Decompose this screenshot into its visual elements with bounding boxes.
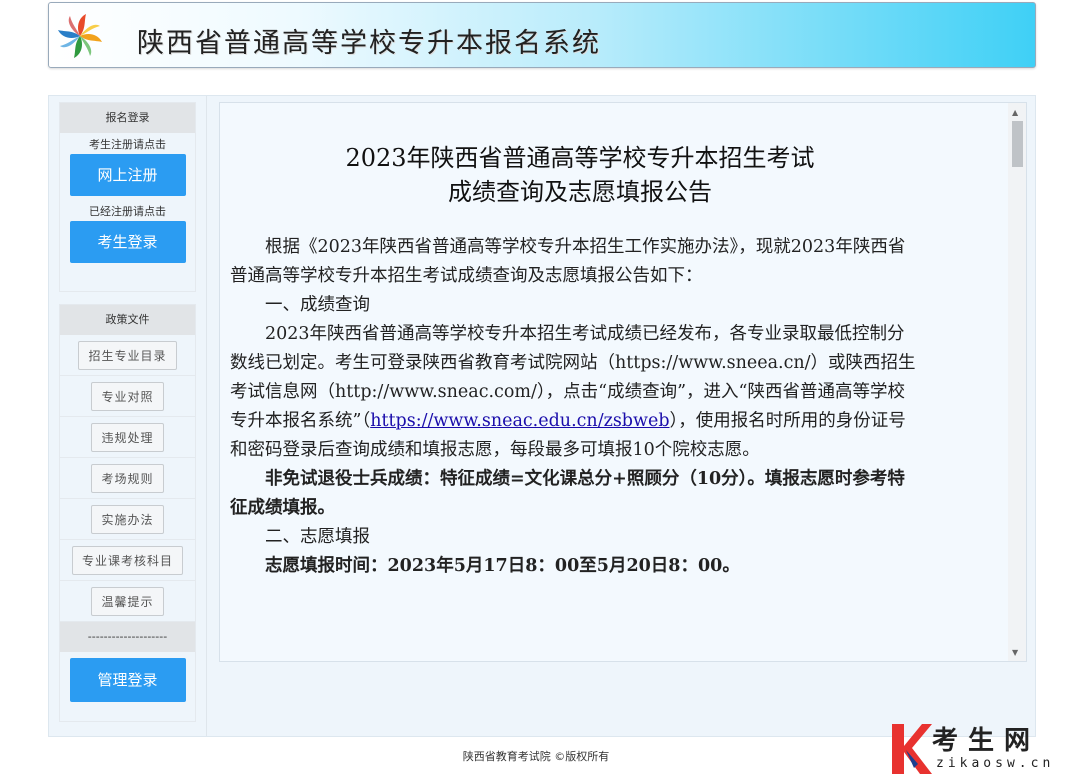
sidebar-divider: -------------------- bbox=[60, 622, 195, 652]
section2-heading: 二、志愿填报 bbox=[265, 527, 370, 547]
notice-title-line1: 2023年陕西省普通高等学校专升本招生考试 bbox=[345, 144, 815, 172]
policy-section-heading: 政策文件 bbox=[60, 305, 195, 335]
site-title: 陕西省普通高等学校专升本报名系统 bbox=[137, 28, 601, 59]
register-button[interactable]: 网上注册 bbox=[69, 154, 186, 196]
policy-item: 招生专业目录 bbox=[60, 335, 195, 376]
policy-button-violations[interactable]: 违规处理 bbox=[91, 422, 164, 452]
policy-button-tips[interactable]: 温馨提示 bbox=[91, 586, 164, 616]
watermark: 考生网 zikaosw.cn bbox=[888, 720, 1068, 778]
policy-button-exam-subjects[interactable]: 专业课考核科目 bbox=[71, 545, 183, 575]
scroll-down-arrow-icon[interactable]: ▼ bbox=[1012, 648, 1018, 658]
policy-item: 专业对照 bbox=[60, 376, 195, 417]
notice-body: 根据《2023年陕西省普通高等学校专升本招生工作实施办法》，现就2023年陕西省… bbox=[230, 233, 922, 581]
bold-note: 非免试退役士兵成绩：特征成绩=文化课总分+照顾分（10分）。填报志愿时参考特征成… bbox=[230, 469, 905, 518]
scroll-thumb[interactable] bbox=[1012, 121, 1023, 167]
policy-item: 温馨提示 bbox=[60, 581, 195, 622]
notice-title: 2023年陕西省普通高等学校专升本招生考试 成绩查询及志愿填报公告 bbox=[220, 141, 940, 209]
notice-intro: 根据《2023年陕西省普通高等学校专升本招生工作实施办法》，现就2023年陕西省… bbox=[230, 237, 906, 286]
policy-item: 考场规则 bbox=[60, 458, 195, 499]
policy-item: 实施办法 bbox=[60, 499, 195, 540]
section2-time: 志愿填报时间：2023年5月17日8：00至5月20日8：00。 bbox=[265, 556, 740, 576]
system-link[interactable]: https://www.sneac.edu.cn/zsbweb bbox=[370, 411, 669, 431]
admin-login-button[interactable]: 管理登录 bbox=[69, 658, 186, 702]
student-login-button[interactable]: 考生登录 bbox=[69, 221, 186, 263]
header-banner: 陕西省普通高等学校专升本报名系统 bbox=[48, 2, 1036, 68]
login-hint: 已经注册请点击 bbox=[89, 205, 166, 218]
policy-item: 违规处理 bbox=[60, 417, 195, 458]
main-container: 报名登录 考生注册请点击 网上注册 已经注册请点击 考生登录 政策文件 招生专业… bbox=[48, 95, 1036, 737]
policy-item: 专业课考核科目 bbox=[60, 540, 195, 581]
pinwheel-logo-icon bbox=[58, 14, 102, 58]
scroll-up-arrow-icon[interactable]: ▲ bbox=[1012, 108, 1018, 118]
policy-section: 政策文件 招生专业目录 专业对照 违规处理 考场规则 实施办法 专业课考核科目 … bbox=[59, 304, 196, 722]
k-logo-icon bbox=[892, 724, 932, 774]
sidebar: 报名登录 考生注册请点击 网上注册 已经注册请点击 考生登录 政策文件 招生专业… bbox=[49, 96, 207, 736]
admin-login-wrap: 管理登录 bbox=[60, 652, 195, 702]
section1-heading: 一、成绩查询 bbox=[265, 295, 370, 315]
watermark-text: 考生网 bbox=[932, 726, 1041, 756]
policy-button-exam-rules[interactable]: 考场规则 bbox=[91, 463, 164, 493]
policy-button-major-mapping[interactable]: 专业对照 bbox=[91, 381, 164, 411]
policy-button-implementation[interactable]: 实施办法 bbox=[91, 504, 164, 534]
login-section-heading: 报名登录 bbox=[60, 103, 195, 133]
section1-text: 2023年陕西省普通高等学校专升本招生考试成绩已经发布，各专业录取最低控制分数线… bbox=[230, 320, 922, 465]
watermark-domain: zikaosw.cn bbox=[936, 756, 1055, 771]
register-hint: 考生注册请点击 bbox=[89, 138, 166, 151]
notice-scroll-area[interactable]: 2023年陕西省普通高等学校专升本招生考试 成绩查询及志愿填报公告 根据《202… bbox=[220, 103, 1008, 661]
policy-button-major-catalog[interactable]: 招生专业目录 bbox=[78, 340, 177, 370]
login-section: 报名登录 考生注册请点击 网上注册 已经注册请点击 考生登录 bbox=[59, 102, 196, 292]
notice-panel[interactable]: 2023年陕西省普通高等学校专升本招生考试 成绩查询及志愿填报公告 根据《202… bbox=[219, 102, 1027, 662]
vertical-scrollbar[interactable]: ▲ ▼ bbox=[1008, 103, 1026, 661]
notice-title-line2: 成绩查询及志愿填报公告 bbox=[448, 178, 712, 206]
